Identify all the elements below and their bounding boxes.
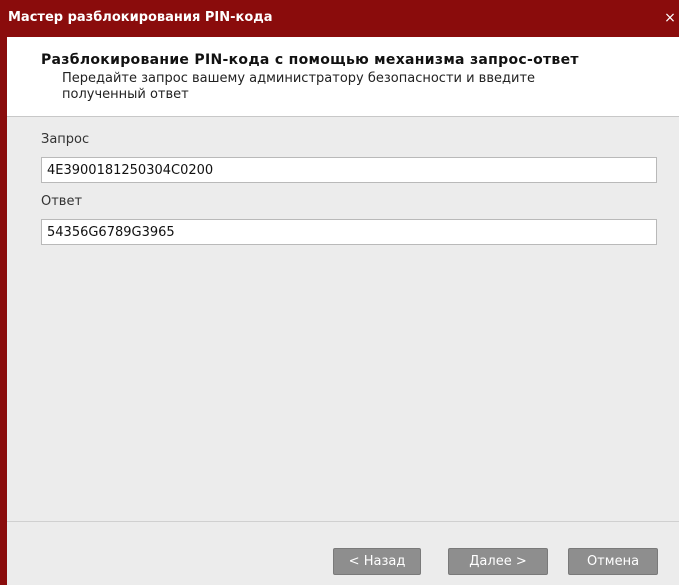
unlock-pin-wizard-window: Мастер разблокирования PIN-кода × Разбло… [0,0,679,585]
response-label: Ответ [41,194,83,209]
cancel-button[interactable]: Отмена [568,548,658,575]
response-field[interactable] [41,219,657,245]
wizard-content: Запрос Ответ [7,118,679,521]
request-field[interactable] [41,157,657,183]
wizard-footer: < Назад Далее > Отмена [7,522,679,585]
page-subtitle: Передайте запрос вашему администратору б… [62,71,536,102]
title-bar[interactable]: Мастер разблокирования PIN-кода × [0,0,679,37]
window-left-border [0,37,7,585]
next-button[interactable]: Далее > [448,548,548,575]
back-button[interactable]: < Назад [333,548,421,575]
window-title: Мастер разблокирования PIN-кода [8,10,273,25]
page-title: Разблокирование PIN-кода с помощью механ… [41,52,579,68]
request-label: Запрос [41,132,90,147]
wizard-header: Разблокирование PIN-кода с помощью механ… [7,37,679,117]
close-icon[interactable]: × [663,9,677,27]
